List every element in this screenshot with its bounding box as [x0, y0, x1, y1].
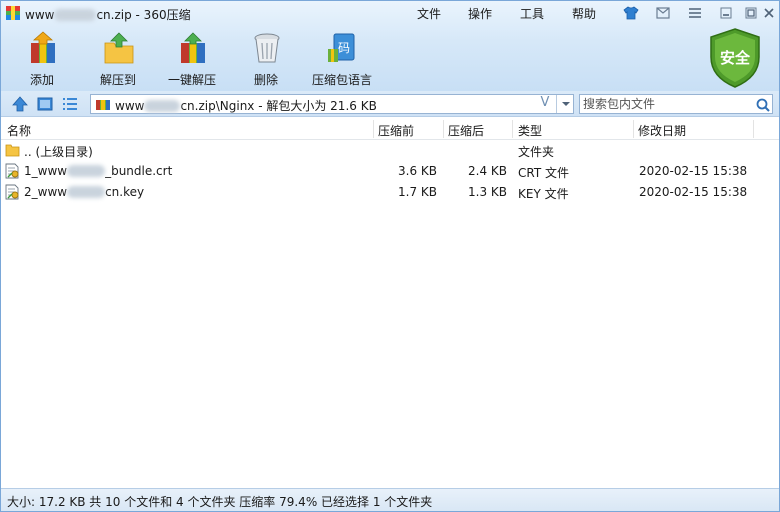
path-suffix: cn.zip\Nginx - 解包大小为 21.6 KB: [180, 99, 377, 113]
security-label: 安全: [719, 49, 750, 67]
file-type: KEY 文件: [518, 187, 569, 201]
svg-text:码: 码: [338, 41, 350, 55]
menu-button[interactable]: [685, 4, 705, 22]
list-item[interactable]: 2_www cn.key 1.7 KB 1.3 KB KEY 文件 2020-02…: [1, 182, 779, 203]
search-icon[interactable]: [755, 97, 771, 113]
menu-help[interactable]: 帮助: [572, 5, 596, 22]
redacted-text: [54, 9, 97, 21]
window-chrome: www cn.zip - 360压缩 文件 操作 工具 帮助 添加 解压到 一键…: [1, 1, 779, 91]
archive-path-icon: [96, 100, 110, 110]
menu-file[interactable]: 文件: [417, 5, 441, 22]
delete-button[interactable]: 删除: [235, 31, 297, 87]
certificate-file-icon: [5, 163, 19, 179]
shirt-icon: [623, 6, 639, 20]
column-divider[interactable]: [753, 120, 754, 138]
address-bar: www cn.zip\Nginx - 解包大小为 21.6 KB V: [1, 91, 779, 117]
chevron-down-icon: [562, 102, 570, 106]
message-icon: [656, 7, 670, 19]
maximize-button[interactable]: [741, 4, 761, 22]
app-window: www cn.zip - 360压缩 文件 操作 工具 帮助 添加 解压到 一键…: [0, 0, 780, 512]
file-modified: 2020-02-15 15:38: [639, 185, 748, 199]
file-size-before: 1.7 KB: [398, 185, 437, 199]
app-logo-icon: [6, 6, 20, 20]
file-name: .. (上级目录): [24, 145, 93, 159]
file-modified: 2020-02-15 15:38: [639, 164, 748, 178]
filter-icon[interactable]: V: [535, 95, 555, 113]
search-box: [579, 94, 773, 114]
path-text: www cn.zip\Nginx - 解包大小为 21.6 KB: [115, 97, 377, 114]
archive-language-button[interactable]: 码 压缩包语言: [310, 31, 374, 87]
extract-to-button[interactable]: 解压到: [87, 31, 149, 87]
column-after[interactable]: 压缩后: [448, 122, 484, 139]
column-before[interactable]: 压缩前: [378, 122, 414, 139]
key-file-icon: [5, 184, 19, 200]
column-type[interactable]: 类型: [518, 122, 542, 139]
redacted-text: [144, 100, 181, 112]
list-item[interactable]: 1_www _bundle.crt 3.6 KB 2.4 KB CRT 文件 20…: [1, 161, 779, 182]
file-name-start: 1_www: [24, 164, 68, 178]
window-title: www cn.zip - 360压缩: [25, 6, 191, 23]
list-view-icon[interactable]: [61, 95, 79, 113]
maximize-icon: [745, 7, 757, 19]
file-list: .. (上级目录) 文件夹 1_www _bundle.crt 3.6 KB 2.…: [1, 140, 779, 203]
file-name-end: _bundle.crt: [105, 164, 173, 178]
skin-button[interactable]: [621, 4, 641, 22]
add-label: 添加: [29, 73, 54, 87]
feedback-button[interactable]: [653, 4, 673, 22]
status-bar: 大小: 17.2 KB 共 10 个文件和 4 个文件夹 压缩率 79.4% 已…: [1, 488, 779, 511]
one-click-extract-button[interactable]: 一键解压: [161, 31, 223, 87]
file-type: 文件夹: [518, 145, 555, 159]
file-type: CRT 文件: [518, 166, 569, 180]
one-click-extract-icon: [181, 32, 205, 63]
folder-icon: [5, 144, 20, 157]
up-level-icon[interactable]: [11, 95, 29, 113]
delete-label: 删除: [253, 73, 278, 87]
search-input[interactable]: [583, 96, 751, 112]
archive-language-label: 压缩包语言: [311, 73, 372, 87]
file-name-start: 2_www: [24, 185, 68, 199]
delete-icon: [254, 33, 280, 63]
close-button[interactable]: [759, 4, 779, 22]
column-name[interactable]: 名称: [7, 122, 31, 139]
title-suffix: cn.zip - 360压缩: [96, 8, 191, 22]
one-click-extract-label: 一键解压: [167, 73, 216, 87]
column-divider[interactable]: [373, 120, 374, 138]
hamburger-icon: [689, 8, 701, 18]
file-name-end: cn.key: [105, 185, 145, 199]
file-name: 1_www _bundle.crt: [24, 164, 172, 178]
large-icon-view-icon[interactable]: [36, 95, 54, 113]
file-size-after: 1.3 KB: [468, 185, 507, 199]
title-prefix: www: [25, 8, 55, 22]
column-divider[interactable]: [512, 120, 513, 138]
path-dropdown-button[interactable]: [556, 95, 574, 113]
extract-to-icon: [104, 32, 134, 64]
path-prefix: www: [115, 99, 145, 113]
close-icon: [764, 8, 774, 18]
file-size-after: 2.4 KB: [468, 164, 507, 178]
title-bar[interactable]: www cn.zip - 360压缩 文件 操作 工具 帮助: [1, 1, 779, 25]
path-field[interactable]: www cn.zip\Nginx - 解包大小为 21.6 KB V: [90, 94, 574, 114]
archive-language-icon: 码: [328, 33, 355, 62]
list-item-parent[interactable]: .. (上级目录) 文件夹: [1, 140, 779, 161]
minimize-button[interactable]: [716, 4, 736, 22]
column-modified[interactable]: 修改日期: [638, 122, 686, 139]
redacted-text: [67, 165, 106, 177]
file-name: 2_www cn.key: [24, 185, 144, 199]
security-shield[interactable]: 安全: [707, 27, 763, 89]
redacted-text: [67, 186, 106, 198]
file-size-before: 3.6 KB: [398, 164, 437, 178]
menu-actions[interactable]: 操作: [468, 5, 492, 22]
menu-tools[interactable]: 工具: [520, 5, 544, 22]
column-divider[interactable]: [443, 120, 444, 138]
column-divider[interactable]: [633, 120, 634, 138]
status-text: 大小: 17.2 KB 共 10 个文件和 4 个文件夹 压缩率 79.4% 已…: [7, 495, 433, 509]
minimize-icon: [720, 7, 732, 19]
extract-to-label: 解压到: [99, 73, 136, 87]
add-button[interactable]: 添加: [11, 31, 73, 87]
file-list-header: 名称 压缩前 压缩后 类型 修改日期: [1, 118, 779, 140]
add-archive-icon: [31, 31, 55, 63]
